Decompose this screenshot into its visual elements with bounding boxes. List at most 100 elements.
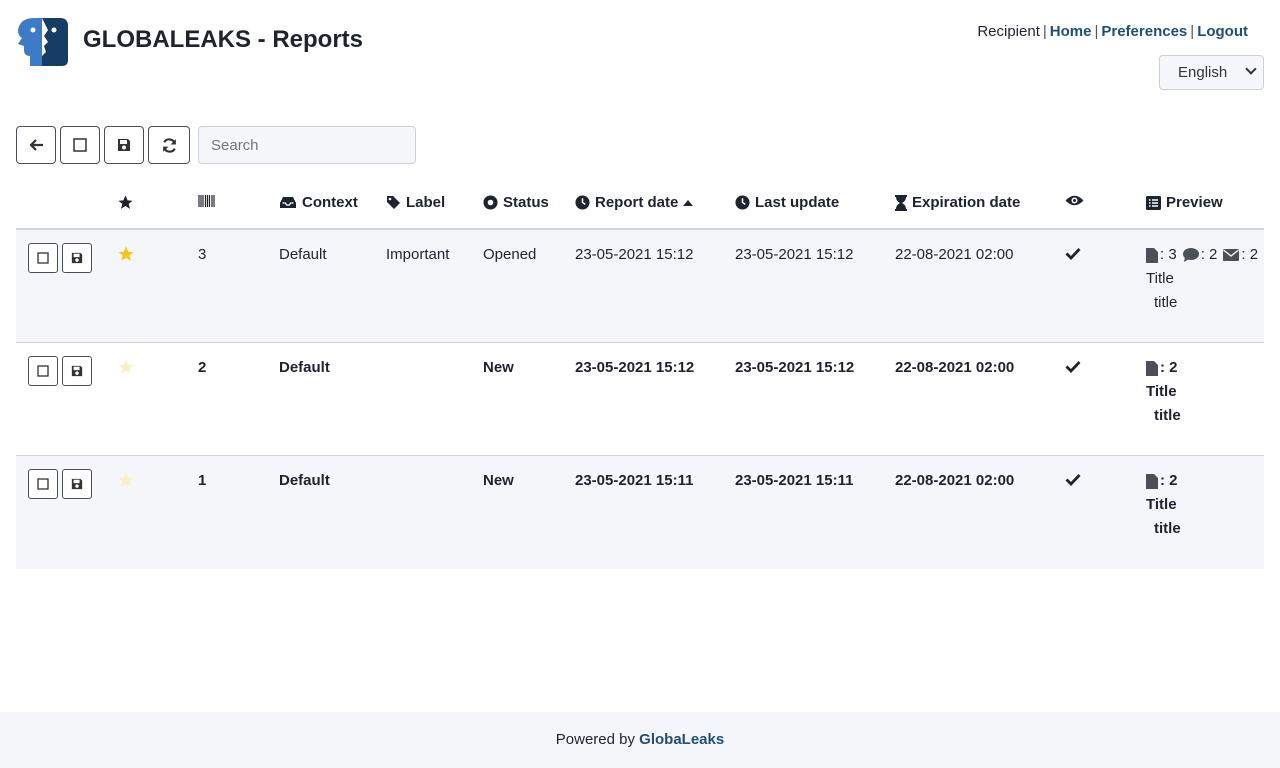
- preview-cell: : 2 Title title: [1146, 356, 1181, 428]
- tag-icon: [387, 196, 400, 209]
- refresh-icon: [162, 137, 176, 153]
- context-value: Default: [279, 246, 327, 263]
- table-header: Context Label Status Report date Last up…: [16, 180, 1264, 230]
- inbox-icon: [280, 197, 296, 208]
- row-export-button[interactable]: [62, 243, 92, 273]
- expiration-date-value: 22-08-2021 02:00: [895, 359, 1015, 376]
- back-button[interactable]: [16, 126, 56, 164]
- column-context[interactable]: Context: [279, 194, 358, 211]
- progressive-number: 2: [198, 359, 207, 376]
- search-input[interactable]: [198, 126, 416, 164]
- table-row[interactable]: 3 Default Important Opened 23-05-2021 15…: [16, 230, 1264, 343]
- column-status[interactable]: Status: [483, 194, 549, 211]
- report-date-value: 23-05-2021 15:11: [575, 472, 694, 489]
- barcode-icon: [198, 195, 215, 207]
- row-select-button[interactable]: [28, 243, 58, 273]
- expiration-date-value: 22-08-2021 02:00: [895, 246, 1014, 263]
- star-icon: [118, 195, 133, 209]
- column-report-date[interactable]: Report date: [575, 194, 694, 211]
- language-selected: English: [1178, 64, 1228, 81]
- row-export-button[interactable]: [62, 469, 92, 499]
- column-expiration-date[interactable]: Expiration date: [895, 194, 1020, 211]
- column-read[interactable]: [1065, 194, 1084, 207]
- star-icon: [118, 359, 134, 374]
- user-role: Recipient: [977, 23, 1040, 40]
- language-select[interactable]: English: [1159, 55, 1264, 90]
- column-starred[interactable]: [117, 194, 134, 211]
- read-check: [1065, 247, 1081, 264]
- preview-title: Title: [1146, 270, 1174, 287]
- check-icon: [1065, 361, 1081, 374]
- preview-value: title: [1154, 294, 1178, 311]
- list-icon: [1146, 195, 1161, 210]
- logout-link[interactable]: Logout: [1197, 23, 1248, 40]
- status-value: New: [483, 359, 514, 376]
- files-count: : 2: [1160, 359, 1178, 376]
- table-row[interactable]: 2 Default New 23-05-2021 15:12 23-05-202…: [16, 343, 1264, 456]
- globaleaks-link[interactable]: GlobaLeaks: [639, 731, 724, 748]
- column-progressive[interactable]: [198, 194, 215, 208]
- save-icon: [71, 252, 83, 264]
- home-link[interactable]: Home: [1050, 23, 1092, 40]
- chevron-down-icon: [1245, 63, 1257, 75]
- column-label[interactable]: Label: [386, 194, 445, 211]
- export-button[interactable]: [104, 126, 144, 164]
- checkbox-icon: [37, 478, 49, 490]
- status-circle-icon: [483, 195, 498, 210]
- preview-cell: : 3 : 2 : 2 Title title: [1146, 243, 1258, 315]
- checkbox-icon: [73, 138, 87, 152]
- star-toggle[interactable]: [117, 358, 135, 380]
- check-icon: [1065, 474, 1081, 487]
- row-select-button[interactable]: [28, 356, 58, 386]
- status-value: Opened: [483, 246, 537, 263]
- reports-table: Context Label Status Report date Last up…: [16, 180, 1264, 569]
- column-preview[interactable]: Preview: [1146, 194, 1223, 211]
- save-icon: [118, 139, 130, 151]
- comments-count: : 2: [1200, 246, 1218, 263]
- status-value: New: [483, 472, 514, 489]
- progressive-number: 3: [198, 246, 207, 263]
- sort-up-icon: [683, 199, 694, 206]
- context-value: Default: [279, 359, 330, 376]
- checkbox-icon: [37, 252, 49, 264]
- preview-value: title: [1154, 407, 1181, 424]
- check-icon: [1065, 248, 1081, 261]
- star-toggle[interactable]: [117, 471, 135, 493]
- row-export-button[interactable]: [62, 356, 92, 386]
- preview-cell: : 2 Title title: [1146, 469, 1181, 541]
- clock-icon: [575, 195, 590, 210]
- expiration-date-value: 22-08-2021 02:00: [895, 472, 1015, 489]
- page-footer: Powered by GlobaLeaks: [0, 712, 1280, 768]
- files-count: : 2: [1160, 472, 1178, 489]
- select-all-button[interactable]: [60, 126, 100, 164]
- globaleaks-logo: [18, 18, 68, 66]
- page-header: GLOBALEAKS - Reports Recipient | Home | Pref…: [16, 16, 1264, 90]
- progressive-number: 1: [198, 472, 207, 489]
- save-icon: [71, 365, 83, 377]
- star-icon: [118, 246, 134, 261]
- read-check: [1065, 360, 1081, 377]
- preferences-link[interactable]: Preferences: [1101, 23, 1187, 40]
- messages-count: : 2: [1241, 246, 1259, 263]
- file-icon: [1146, 247, 1158, 263]
- powered-by-text: Powered by: [555, 731, 635, 748]
- hourglass-icon: [895, 194, 907, 211]
- clock-icon: [735, 195, 750, 210]
- file-icon: [1146, 473, 1158, 489]
- file-icon: [1146, 360, 1158, 376]
- label-value: Important: [386, 246, 450, 263]
- save-icon: [71, 478, 83, 490]
- user-nav: Recipient | Home | Preferences | Logout: [977, 23, 1248, 40]
- table-row[interactable]: 1 Default New 23-05-2021 15:11 23-05-202…: [16, 456, 1264, 569]
- comment-icon: [1182, 248, 1199, 262]
- last-update-value: 23-05-2021 15:12: [735, 246, 854, 263]
- row-select-button[interactable]: [28, 469, 58, 499]
- last-update-value: 23-05-2021 15:11: [735, 472, 854, 489]
- star-toggle[interactable]: [117, 245, 135, 267]
- refresh-button[interactable]: [148, 126, 190, 164]
- column-last-update[interactable]: Last update: [735, 194, 839, 211]
- page-title: GLOBALEAKS - Reports: [83, 26, 364, 53]
- arrow-left-icon: [29, 139, 43, 151]
- report-date-value: 23-05-2021 15:12: [575, 359, 695, 376]
- checkbox-icon: [37, 365, 49, 377]
